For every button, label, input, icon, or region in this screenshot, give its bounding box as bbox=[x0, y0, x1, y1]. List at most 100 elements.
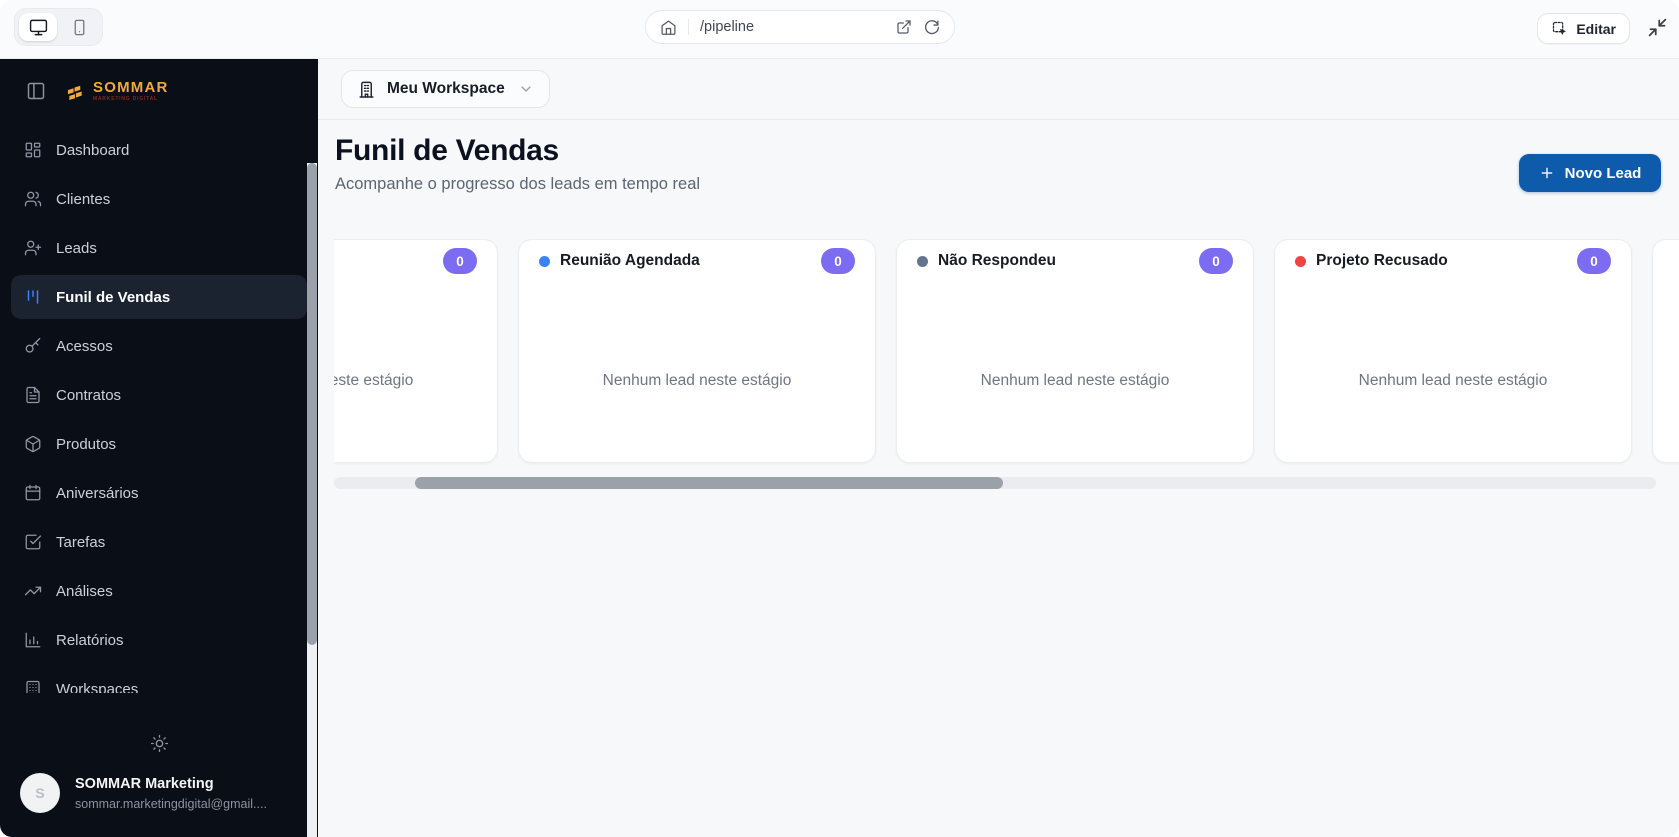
sidebar-item-contratos[interactable]: Contratos bbox=[11, 373, 307, 417]
collapse-window-icon[interactable] bbox=[1647, 17, 1668, 38]
column-header: Projeto Recusado 0 bbox=[1275, 240, 1631, 274]
sidebar-item-acessos[interactable]: Acessos bbox=[11, 324, 307, 368]
kanban-column-reuniao-agendada: Reunião Agendada 0 Nenhum lead neste est… bbox=[518, 239, 876, 463]
sidebar-item-label: Tarefas bbox=[56, 533, 106, 551]
workspace-bar: Meu Workspace bbox=[318, 59, 1679, 120]
user-plus-icon bbox=[24, 239, 42, 257]
kanban-icon bbox=[24, 288, 42, 306]
board-scrollbar-thumb[interactable] bbox=[415, 477, 1003, 489]
sidebar-scrollbar-track[interactable] bbox=[307, 163, 317, 837]
sidebar-item-label: Clientes bbox=[56, 190, 111, 208]
page-header: Funil de Vendas Acompanhe o progresso do… bbox=[318, 120, 1679, 194]
sidebar-item-label: Relatórios bbox=[56, 631, 124, 649]
package-icon bbox=[24, 435, 42, 453]
profile-email: sommar.marketingdigital@gmail.... bbox=[75, 796, 267, 811]
workspace-switcher-button[interactable]: Meu Workspace bbox=[341, 70, 550, 108]
sidebar-item-dashboard[interactable]: Dashboard bbox=[11, 128, 307, 172]
sidebar-item-produtos[interactable]: Produtos bbox=[11, 422, 307, 466]
top-frame-bar: /pipeline Editar bbox=[0, 0, 1679, 59]
app-window: /pipeline Editar SOMMAR MARKETING DIGITA… bbox=[0, 0, 1679, 837]
sidebar-item-label: Contratos bbox=[56, 386, 122, 404]
building-icon bbox=[24, 680, 42, 693]
kanban-column-projeto-recusado: Projeto Recusado 0 Nenhum lead neste est… bbox=[1274, 239, 1632, 463]
trending-up-icon bbox=[24, 582, 42, 600]
sidebar-header: SOMMAR MARKETING DIGITAL bbox=[0, 59, 318, 102]
sidebar-item-analises[interactable]: Análises bbox=[11, 569, 307, 613]
column-title: Não Respondeu bbox=[938, 252, 1056, 269]
calendar-icon bbox=[24, 484, 42, 502]
lead-count-badge: 0 bbox=[1199, 248, 1233, 274]
sidebar-item-label: Dashboard bbox=[56, 141, 130, 159]
empty-state-text: Nenhum lead neste estágio bbox=[980, 372, 1170, 389]
workspace-building-icon bbox=[357, 80, 376, 99]
sidebar-item-clientes[interactable]: Clientes bbox=[11, 177, 307, 221]
edit-button-label: Editar bbox=[1576, 20, 1616, 37]
plus-icon bbox=[1539, 165, 1555, 181]
url-path[interactable]: /pipeline bbox=[700, 19, 885, 35]
users-icon bbox=[24, 190, 42, 208]
sidebar-item-relatorios[interactable]: Relatórios bbox=[11, 618, 307, 662]
column-body[interactable]: Nenhum lead neste estágio bbox=[1275, 274, 1631, 462]
sidebar-item-aniversarios[interactable]: Aniversários bbox=[11, 471, 307, 515]
brand-tagline: MARKETING DIGITAL bbox=[93, 96, 158, 102]
kanban-track: 0 Nenhum lead neste estágio Reunião Agen… bbox=[334, 239, 1679, 463]
theme-toggle-row bbox=[0, 726, 318, 761]
stage-dot bbox=[917, 255, 928, 267]
kanban-column-partial-right bbox=[1652, 239, 1679, 463]
smartphone-icon bbox=[71, 19, 88, 36]
mobile-view-button[interactable] bbox=[60, 13, 98, 41]
edit-button[interactable]: Editar bbox=[1537, 13, 1630, 44]
column-header: Reunião Agendada 0 bbox=[519, 240, 875, 274]
chevron-down-icon bbox=[518, 81, 534, 97]
dashboard-icon bbox=[24, 141, 42, 159]
home-icon[interactable] bbox=[660, 19, 677, 36]
select-edit-icon bbox=[1551, 20, 1568, 37]
sidebar-item-label: Funil de Vendas bbox=[56, 288, 171, 306]
main-content: Meu Workspace Funil de Vendas Acompanhe … bbox=[318, 59, 1679, 837]
column-header bbox=[1653, 240, 1679, 274]
page-subtitle: Acompanhe o progresso dos leads em tempo… bbox=[335, 175, 701, 193]
empty-state-text: Nenhum lead neste estágio bbox=[1358, 372, 1548, 389]
key-icon bbox=[24, 337, 42, 355]
column-body[interactable]: Nenhum lead neste estágio bbox=[897, 274, 1253, 462]
sidebar-item-workspaces[interactable]: Workspaces bbox=[11, 667, 307, 693]
kanban-column-nao-respondeu: Não Respondeu 0 Nenhum lead neste estági… bbox=[896, 239, 1254, 463]
url-divider bbox=[688, 19, 689, 35]
user-profile[interactable]: S SOMMAR Marketing sommar.marketingdigit… bbox=[0, 761, 318, 837]
sidebar-item-label: Produtos bbox=[56, 435, 117, 453]
sidebar: SOMMAR MARKETING DIGITAL Dashboard Clien… bbox=[0, 59, 318, 837]
lead-count-badge: 0 bbox=[443, 248, 477, 274]
column-header: Não Respondeu 0 bbox=[897, 240, 1253, 274]
sidebar-item-label: Aniversários bbox=[56, 484, 139, 502]
empty-state-text: Nenhum lead neste estágio bbox=[334, 372, 414, 389]
sommar-logo-icon bbox=[66, 82, 85, 101]
sidebar-item-leads[interactable]: Leads bbox=[11, 226, 307, 270]
sun-icon[interactable] bbox=[150, 734, 169, 753]
board-scrollbar-track[interactable] bbox=[334, 477, 1656, 489]
url-bar[interactable]: /pipeline bbox=[645, 10, 955, 44]
sidebar-item-funil-de-vendas[interactable]: Funil de Vendas bbox=[11, 275, 307, 319]
column-body[interactable]: Nenhum lead neste estágio bbox=[334, 274, 497, 462]
stage-dot bbox=[539, 255, 550, 267]
lead-count-badge: 0 bbox=[821, 248, 855, 274]
desktop-view-button[interactable] bbox=[19, 13, 57, 41]
bar-chart-icon bbox=[24, 631, 42, 649]
new-lead-button[interactable]: Novo Lead bbox=[1519, 154, 1661, 192]
stage-dot bbox=[1295, 255, 1306, 267]
sidebar-item-label: Leads bbox=[56, 239, 97, 257]
collapse-sidebar-icon[interactable] bbox=[26, 81, 46, 101]
column-title: Projeto Recusado bbox=[1316, 252, 1448, 269]
column-body[interactable] bbox=[1653, 274, 1679, 462]
refresh-icon[interactable] bbox=[923, 19, 940, 36]
sidebar-item-label: Workspaces bbox=[56, 680, 139, 694]
sidebar-scrollbar-thumb[interactable] bbox=[307, 163, 317, 645]
column-header: 0 bbox=[334, 240, 497, 274]
column-body[interactable]: Nenhum lead neste estágio bbox=[519, 274, 875, 462]
open-external-icon[interactable] bbox=[896, 19, 912, 35]
sidebar-item-tarefas[interactable]: Tarefas bbox=[11, 520, 307, 564]
brand-logo: SOMMAR MARKETING DIGITAL bbox=[66, 80, 169, 102]
kanban-column-partial-left: 0 Nenhum lead neste estágio bbox=[334, 239, 498, 463]
sidebar-item-label: Acessos bbox=[56, 337, 113, 355]
lead-count-badge: 0 bbox=[1577, 248, 1611, 274]
empty-state-text: Nenhum lead neste estágio bbox=[602, 372, 792, 389]
